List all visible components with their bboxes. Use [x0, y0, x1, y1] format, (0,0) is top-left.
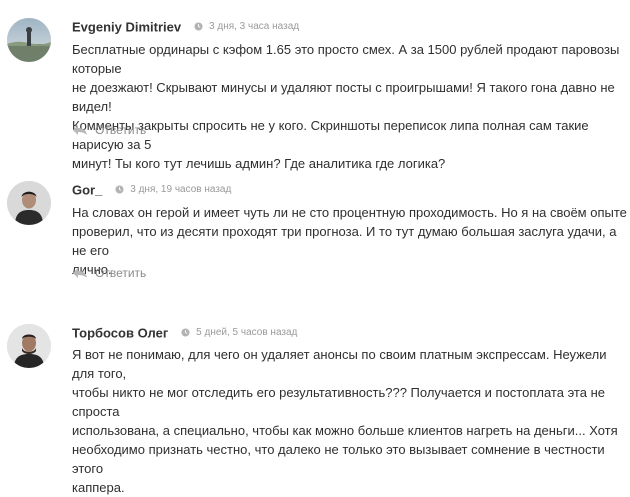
avatar-person-image	[7, 181, 51, 225]
avatar[interactable]	[7, 181, 51, 225]
comment-text-line: минут! Ты кого тут лечишь админ? Где ана…	[72, 156, 446, 171]
comment-time: 5 дней, 5 часов назад	[196, 327, 298, 339]
comment-text-line: На словах он герой и имеет чуть ли не ст…	[72, 205, 627, 220]
reply-button[interactable]: Ответить	[72, 264, 146, 282]
author-name[interactable]: Торбосов Олег	[72, 325, 168, 340]
comment-meta: Торбосов Олег 5 дней, 5 часов назад	[72, 324, 297, 342]
comment-text: Бесплатные ординары с кэфом 1.65 это про…	[72, 40, 627, 173]
comment-text-line: чтобы никто не мог отследить его результ…	[72, 385, 605, 419]
reply-label: Ответить	[95, 266, 147, 280]
comment-text-line: лично.	[72, 262, 112, 277]
comment-text-line: каппера.	[72, 480, 125, 495]
comment-text: Я вот не понимаю, для чего он удаляет ан…	[72, 345, 627, 497]
comment-text-line: необходимо признать честно, что далеко н…	[72, 442, 605, 476]
comment-time: 3 дня, 19 часов назад	[130, 184, 232, 196]
reply-arrow-icon	[73, 268, 87, 278]
comment-meta: Evgeniy Dimitriev 3 дня, 3 часа назад	[72, 18, 299, 36]
comment-text-line: Комменты закрыты спросить не у кого. Скр…	[72, 118, 589, 152]
comment-text: На словах он герой и имеет чуть ли не ст…	[72, 203, 627, 279]
author-name[interactable]: Gor_	[72, 182, 102, 197]
clock-icon	[181, 328, 190, 337]
reply-label: Ответить	[95, 123, 147, 137]
avatar-person-image	[7, 324, 51, 368]
comment-text-line: Я вот не понимаю, для чего он удаляет ан…	[72, 347, 607, 381]
author-name[interactable]: Evgeniy Dimitriev	[72, 19, 181, 34]
comment-meta: Gor_ 3 дня, 19 часов назад	[72, 181, 231, 199]
avatar-landscape-image	[7, 18, 51, 62]
comment-text-line: использована, а специально, чтобы как мо…	[72, 423, 618, 438]
comment-time: 3 дня, 3 часа назад	[209, 21, 300, 33]
avatar[interactable]	[7, 18, 51, 62]
clock-icon	[194, 22, 203, 31]
comment-text-line: не доезжают! Скрывают минусы и удаляют п…	[72, 80, 615, 114]
reply-arrow-icon	[73, 125, 87, 135]
reply-button[interactable]: Ответить	[72, 121, 146, 139]
comment-text-line: Бесплатные ординары с кэфом 1.65 это про…	[72, 42, 620, 76]
clock-icon	[115, 185, 124, 194]
avatar[interactable]	[7, 324, 51, 368]
comment-text-line: проверил, что из десяти проходят три про…	[72, 224, 617, 258]
